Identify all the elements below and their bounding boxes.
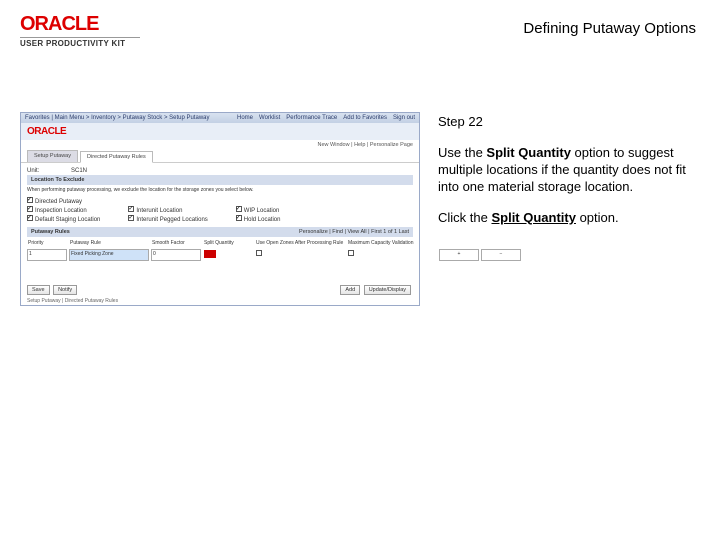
add-button[interactable]: Add (340, 285, 360, 295)
cell-priority[interactable]: 1 (27, 249, 67, 261)
panel-title: Location To Exclude (31, 177, 84, 183)
panel-desc: When performing putaway processing, we e… (27, 185, 413, 195)
footer-meta: Setup Putaway | Directed Putaway Rules (21, 297, 419, 305)
instruction-paragraph-2: Click the Split Quantity option. (438, 210, 688, 227)
unit-row: Unit: SC1N (27, 167, 413, 175)
instruction-pane: Step 22 Use the Split Quantity option to… (438, 112, 688, 306)
cell-smooth[interactable]: 0 (151, 249, 201, 261)
col-head: Split Quantity (203, 239, 253, 247)
excl-item[interactable]: Inspection Location (35, 208, 87, 214)
sub-brand: USER PRODUCTIVITY KIT (20, 39, 140, 48)
mock-footer: Save Notify Add Update/Display (21, 283, 419, 297)
page-title: Defining Putaway Options (523, 20, 696, 37)
mock-tabs: Setup Putaway Directed Putaway Rules (21, 150, 419, 163)
content: Favorites | Main Menu > Inventory > Puta… (0, 112, 720, 306)
col-head: Priority (27, 239, 67, 247)
txt: Use the (438, 145, 486, 160)
topbar-trace[interactable]: Performance Trace (286, 115, 337, 121)
mock-meta: New Window | Help | Personalize Page (21, 140, 419, 150)
col-head: Use Open Zones After Processing Rule (255, 239, 345, 247)
cell-max-cap[interactable] (347, 249, 437, 261)
instruction-paragraph-1: Use the Split Quantity option to suggest… (438, 145, 688, 196)
split-quantity-highlight[interactable] (204, 250, 216, 258)
rules-section: Putaway Rules Personalize | Find | View … (27, 227, 413, 237)
mock-brand: ORACLE (27, 126, 66, 137)
step-label: Step 22 (438, 114, 688, 131)
unit-value: SC1N (71, 168, 87, 174)
excl-item[interactable]: Interunit Location (136, 208, 182, 214)
topbar-worklist[interactable]: Worklist (259, 115, 280, 121)
save-button[interactable]: Save (27, 285, 50, 295)
topbar-home[interactable]: Home (237, 115, 253, 121)
panel-head: Location To Exclude (27, 175, 413, 185)
header: ORACLE USER PRODUCTIVITY KIT Defining Pu… (0, 0, 720, 52)
notify-button[interactable]: Notify (53, 285, 77, 295)
topbar-fav[interactable]: Add to Favorites (343, 115, 387, 121)
excl-item[interactable]: Hold Location (244, 217, 281, 223)
excl-item[interactable]: WIP Location (244, 208, 280, 214)
col-head: Putaway Rule (69, 239, 149, 247)
logo-divider (20, 37, 140, 38)
update-display-button[interactable]: Update/Display (364, 285, 411, 295)
unit-label: Unit: (27, 168, 67, 174)
rules-grid: Priority Putaway Rule Smooth Factor Spli… (27, 239, 413, 261)
tab-setup-putaway[interactable]: Setup Putaway (27, 150, 78, 162)
oracle-logo: ORACLE (20, 14, 140, 34)
cell-split-quantity[interactable] (203, 249, 253, 261)
grid-nav[interactable]: Personalize | Find | View All | First 1 … (299, 229, 409, 235)
exclusion-cols: Directed Putaway Inspection Location Def… (27, 197, 413, 223)
col-head: Smooth Factor (151, 239, 201, 247)
txt: Click the (438, 210, 491, 225)
action-split-quantity: Split Quantity (491, 210, 576, 225)
excl-item[interactable]: Interunit Pegged Locations (136, 217, 207, 223)
tab-directed-rules[interactable]: Directed Putaway Rules (80, 151, 153, 163)
mock-app: Favorites | Main Menu > Inventory > Puta… (20, 112, 420, 306)
txt: option. (576, 210, 619, 225)
mock-subbar: ORACLE (21, 123, 419, 140)
topbar-signout[interactable]: Sign out (393, 115, 415, 121)
screenshot-pane: Favorites | Main Menu > Inventory > Puta… (20, 112, 420, 306)
cell-rule[interactable]: Fixed Picking Zone (69, 249, 149, 261)
topbar-links: Home Worklist Performance Trace Add to F… (237, 115, 415, 121)
term-split-quantity: Split Quantity (486, 145, 571, 160)
mock-topbar: Favorites | Main Menu > Inventory > Puta… (21, 113, 419, 123)
rules-title: Putaway Rules (31, 229, 70, 235)
col-head: Maximum Capacity Validation (347, 239, 437, 247)
breadcrumb: Favorites | Main Menu > Inventory > Puta… (25, 115, 210, 121)
cell-open-zones[interactable] (255, 249, 345, 261)
logo-block: ORACLE USER PRODUCTIVITY KIT (20, 14, 140, 48)
excl-item[interactable]: Directed Putaway (35, 199, 82, 205)
excl-item[interactable]: Default Staging Location (35, 217, 100, 223)
mock-body: Unit: SC1N Location To Exclude When perf… (21, 163, 419, 265)
